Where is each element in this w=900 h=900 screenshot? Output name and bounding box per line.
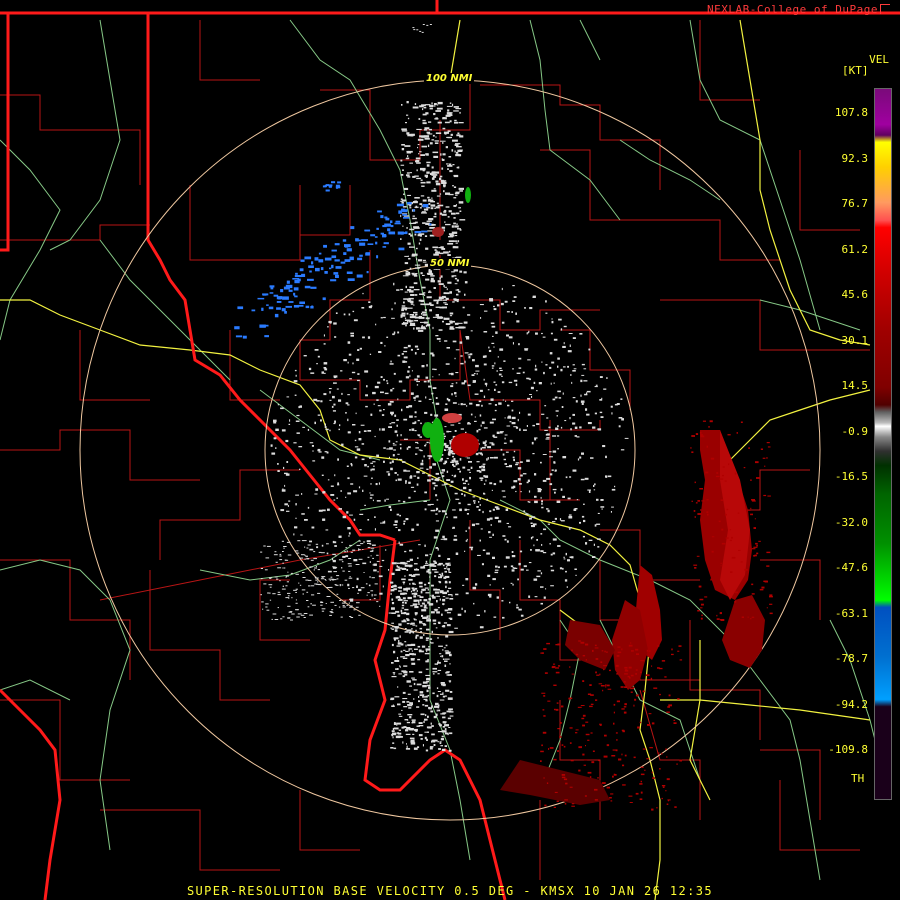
legend-label: -32.0: [834, 515, 868, 529]
legend-label: -47.6: [834, 561, 868, 574]
color-legend-bar: [874, 88, 892, 800]
legend-label: 92.3: [841, 151, 869, 165]
ring-label-50: 50 NMI: [428, 258, 472, 269]
legend-label: -78.7: [834, 652, 868, 665]
ring-label-100: 100 NMI: [424, 73, 475, 84]
corner-arrow-icon: [880, 4, 890, 14]
credit-text: NEXLAB-College of DuPage: [707, 3, 890, 16]
legend-th-label: TH: [851, 772, 865, 785]
legend-label: 14.5: [841, 379, 869, 392]
product-caption: SUPER-RESOLUTION BASE VELOCITY 0.5 DEG -…: [186, 884, 714, 898]
legend-label: 30.1: [841, 333, 869, 347]
radar-map: [0, 0, 900, 900]
legend-label: -0.9: [841, 424, 869, 438]
legend-label: 45.6: [841, 288, 869, 301]
legend-label: 61.2: [841, 242, 869, 256]
legend-label: -94.2: [834, 697, 868, 711]
legend-unit: [KT]: [842, 64, 869, 77]
legend-label: -16.5: [834, 470, 868, 483]
legend-label: 107.8: [834, 106, 868, 119]
legend-product: VEL: [869, 53, 889, 66]
legend-label: -109.8: [828, 743, 868, 756]
legend-label: -63.1: [834, 606, 868, 620]
legend-label: 76.7: [841, 197, 869, 210]
